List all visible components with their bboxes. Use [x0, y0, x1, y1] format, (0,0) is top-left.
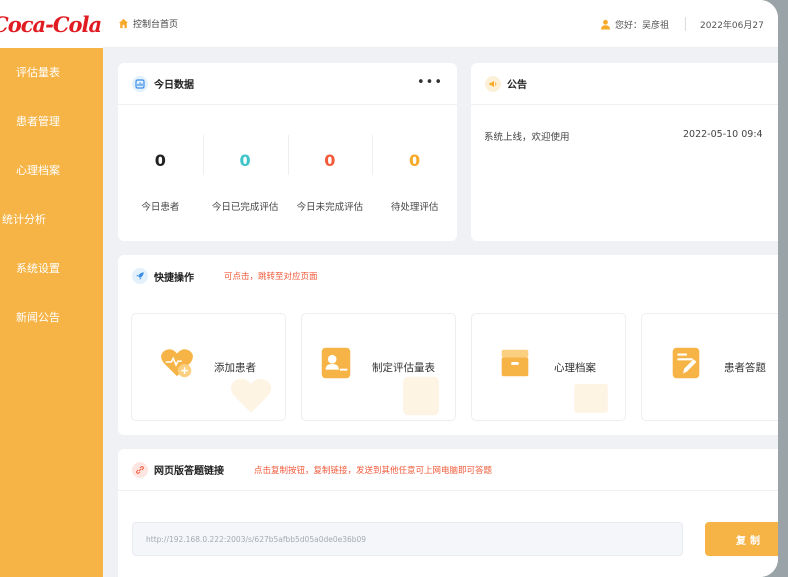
- sidebar-item-patients[interactable]: 患者管理: [0, 97, 103, 146]
- stat-label: 今日患者: [141, 202, 180, 213]
- notice-item[interactable]: 系统上线，欢迎使用 2022-05-10 09:4: [484, 129, 778, 143]
- breadcrumb-label: 控制台首页: [133, 20, 179, 30]
- archive-box-icon: [501, 349, 529, 377]
- answer-link-header: 网页版答题链接 点击复制按钮，复制链接，发送到其他任意可上网电脑即可答题: [118, 449, 778, 491]
- home-icon: [118, 18, 129, 29]
- stat-incomplete[interactable]: 0 今日未完成评估: [287, 105, 373, 233]
- quick-actions-card: 快捷操作 可点击，跳转至对应页面 添加患者 制定评估量表 心理档案 患者答题: [118, 255, 778, 435]
- card-watermark-icon: [403, 376, 439, 416]
- answer-link-hint: 点击复制按钮，复制链接，发送到其他任意可上网电脑即可答题: [254, 465, 493, 476]
- quick-archive[interactable]: 心理档案: [471, 313, 626, 421]
- app-window: Coca-Cola 评估量表 患者管理 心理档案 统计分析 系统设置 新闻公告 …: [0, 0, 778, 577]
- breadcrumb[interactable]: 控制台首页: [118, 17, 178, 30]
- notice-title: 公告: [507, 80, 527, 91]
- top-header: 控制台首页 您好： 吴彦祖 2022年06月27: [103, 0, 778, 48]
- stat-today-patients[interactable]: 0 今日患者: [118, 105, 203, 233]
- logo-area: Coca-Cola: [0, 0, 103, 48]
- stat-value: 0: [239, 151, 251, 170]
- quick-actions-title: 快捷操作: [154, 272, 194, 284]
- quick-create-scale[interactable]: 制定评估量表: [301, 313, 456, 421]
- stat-completed[interactable]: 0 今日已完成评估: [202, 105, 288, 233]
- answer-link-card: 网页版答题链接 点击复制按钮，复制链接，发送到其他任意可上网电脑即可答题 复制: [118, 449, 778, 577]
- person-card-icon: [321, 347, 351, 379]
- notice-header: 公告: [471, 63, 778, 105]
- answer-link-input[interactable]: [132, 522, 683, 556]
- quick-actions-header: 快捷操作 可点击，跳转至对应页面: [118, 255, 778, 297]
- quick-patient-answer[interactable]: 患者答题: [641, 313, 778, 421]
- sidebar-item-scales[interactable]: 评估量表: [0, 48, 103, 97]
- rocket-icon: [132, 268, 148, 284]
- stat-value: 0: [324, 151, 336, 170]
- user-icon: [600, 19, 611, 30]
- username[interactable]: 吴彦祖: [642, 18, 669, 31]
- speaker-icon: [485, 75, 501, 92]
- notice-text: 系统上线，欢迎使用: [484, 132, 570, 143]
- sidebar-item-settings[interactable]: 系统设置: [0, 244, 103, 293]
- today-data-header: 今日数据 •••: [118, 63, 457, 105]
- notice-date: 2022-05-10 09:4: [683, 129, 763, 140]
- sidebar-item-news[interactable]: 新闻公告: [0, 293, 103, 342]
- stat-value: 0: [154, 151, 166, 170]
- sidebar: Coca-Cola 评估量表 患者管理 心理档案 统计分析 系统设置 新闻公告: [0, 0, 103, 577]
- today-data-card: 今日数据 ••• 0 今日患者 0 今日已完成评估 0 今日未完成评估 0 待处…: [118, 63, 457, 241]
- header-user-area: 您好： 吴彦祖 2022年06月27: [600, 0, 764, 48]
- heart-plus-icon: [161, 349, 193, 378]
- header-date: 2022年06月27: [700, 20, 764, 31]
- link-icon: [132, 461, 148, 478]
- stat-label: 今日未完成评估: [296, 202, 364, 213]
- heart-watermark-icon: [230, 378, 272, 413]
- today-data-title: 今日数据: [154, 80, 194, 91]
- greeting-text: 您好：: [615, 20, 643, 31]
- brand-logo: Coca-Cola: [0, 11, 102, 37]
- sidebar-item-archives[interactable]: 心理档案: [0, 146, 103, 195]
- sidebar-item-statistics[interactable]: 统计分析: [0, 195, 103, 244]
- document-edit-icon: [672, 347, 700, 379]
- stat-label: 今日已完成评估: [211, 202, 279, 213]
- quick-action-label: 患者答题: [724, 362, 766, 374]
- notice-card: 公告 系统上线，欢迎使用 2022-05-10 09:4: [471, 63, 778, 241]
- chart-box-icon: [132, 75, 148, 92]
- box-watermark-icon: [574, 384, 608, 413]
- header-divider: [685, 17, 687, 31]
- quick-actions-hint: 可点击，跳转至对应页面: [224, 272, 318, 282]
- copy-button[interactable]: 复制: [705, 522, 778, 556]
- stat-label: 待处理评估: [390, 202, 439, 213]
- quick-add-patient[interactable]: 添加患者: [131, 313, 286, 421]
- answer-link-title: 网页版答题链接: [154, 466, 224, 477]
- stat-value: 0: [409, 151, 421, 170]
- more-menu-icon[interactable]: •••: [417, 75, 443, 90]
- stat-pending[interactable]: 0 待处理评估: [372, 105, 457, 233]
- today-stats: 0 今日患者 0 今日已完成评估 0 今日未完成评估 0 待处理评估: [118, 105, 457, 233]
